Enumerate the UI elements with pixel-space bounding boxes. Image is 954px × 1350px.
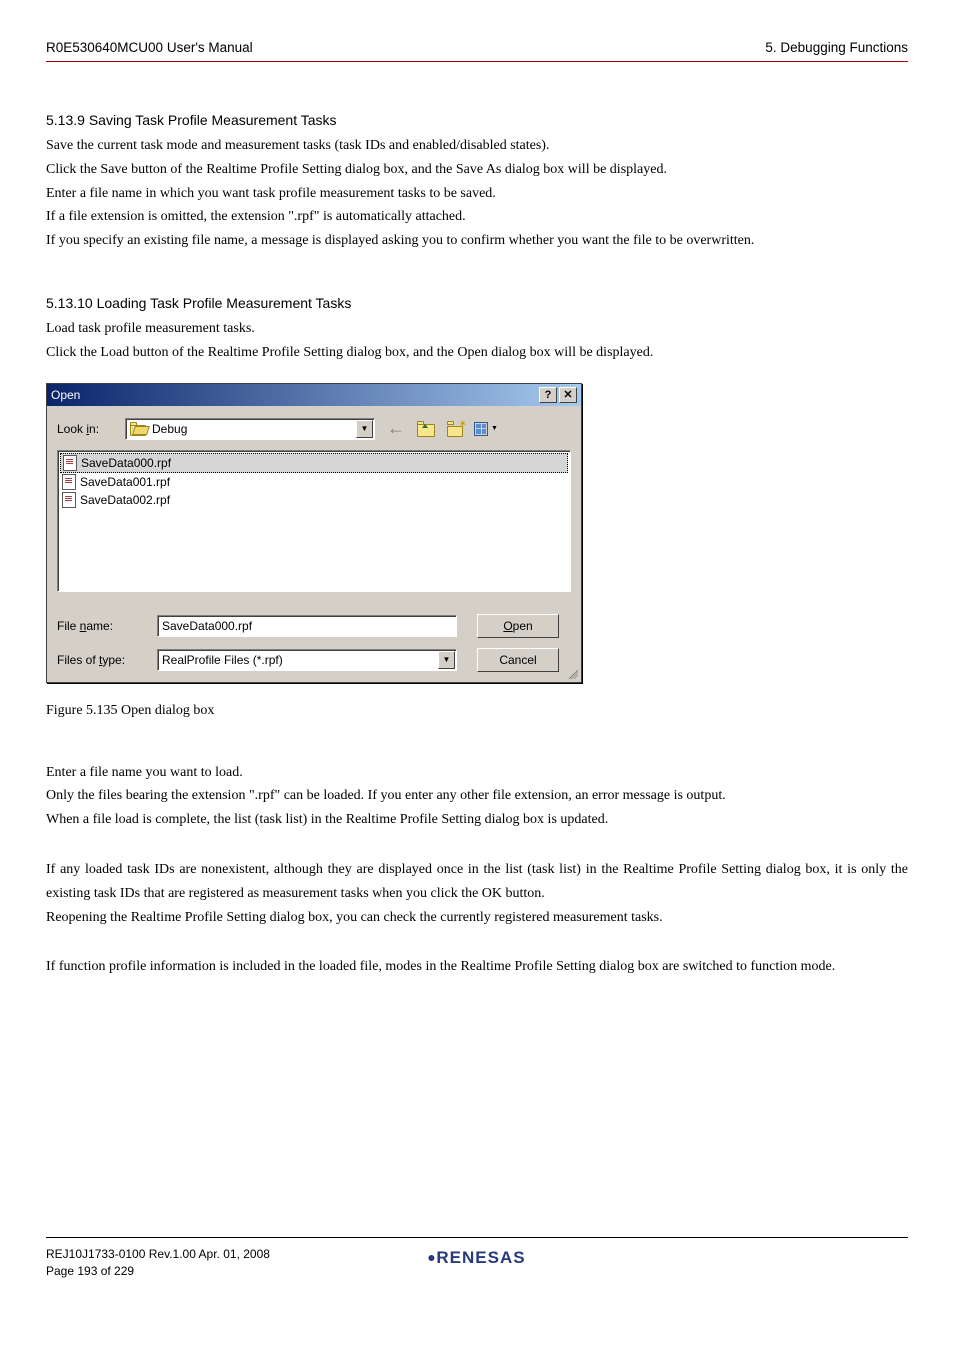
file-list-item[interactable]: SaveData002.rpf	[60, 491, 568, 509]
body-text: If any loaded task IDs are nonexistent, …	[46, 858, 908, 906]
renesas-logo: RENESAS	[428, 1248, 525, 1268]
section-heading-5-13-9: 5.13.9 Saving Task Profile Measurement T…	[46, 112, 908, 128]
body-text: If a file extension is omitted, the exte…	[46, 205, 908, 229]
folder-icon	[130, 422, 146, 436]
view-menu-button[interactable]: ▼	[475, 418, 497, 440]
body-text: When a file load is complete, the list (…	[46, 808, 908, 832]
file-list-item[interactable]: SaveData000.rpf	[60, 453, 568, 473]
page-header: R0E530640MCU00 User's Manual 5. Debuggin…	[46, 40, 908, 62]
dialog-title: Open	[51, 388, 537, 402]
look-in-dropdown[interactable]: Debug ▼	[125, 418, 375, 440]
section-heading-5-13-10: 5.13.10 Loading Task Profile Measurement…	[46, 295, 908, 311]
file-name-label: File name:	[57, 619, 157, 633]
up-one-level-button[interactable]	[415, 418, 437, 440]
dialog-titlebar: Open ? ✕	[47, 384, 581, 406]
file-list-item[interactable]: SaveData001.rpf	[60, 473, 568, 491]
chevron-down-icon[interactable]: ▼	[438, 651, 455, 669]
file-name: SaveData001.rpf	[80, 475, 170, 489]
file-icon	[63, 455, 77, 471]
file-icon	[62, 492, 76, 508]
file-icon	[62, 474, 76, 490]
header-right: 5. Debugging Functions	[765, 40, 908, 55]
new-folder-icon: ✶	[447, 421, 465, 437]
footer-line-2: Page 193 of 229	[46, 1263, 270, 1280]
body-text: Enter a file name you want to load.	[46, 761, 908, 785]
cancel-button[interactable]: Cancel	[477, 648, 559, 672]
body-text: If function profile information is inclu…	[46, 955, 908, 979]
open-button[interactable]: Open	[477, 614, 559, 638]
body-text: Save the current task mode and measureme…	[46, 134, 908, 158]
look-in-label: Look in:	[57, 422, 125, 436]
file-list[interactable]: SaveData000.rpf SaveData001.rpf SaveData…	[57, 450, 571, 592]
body-text: Enter a file name in which you want task…	[46, 182, 908, 206]
header-left: R0E530640MCU00 User's Manual	[46, 40, 253, 55]
file-name-value: SaveData000.rpf	[162, 619, 252, 633]
body-text: If you specify an existing file name, a …	[46, 229, 908, 253]
new-folder-button[interactable]: ✶	[445, 418, 467, 440]
body-text: Click the Save button of the Realtime Pr…	[46, 158, 908, 182]
files-of-type-value: RealProfile Files (*.rpf)	[162, 653, 283, 667]
look-in-value: Debug	[152, 422, 187, 436]
files-of-type-dropdown[interactable]: RealProfile Files (*.rpf) ▼	[157, 649, 457, 671]
body-text: Click the Load button of the Realtime Pr…	[46, 341, 908, 365]
page-footer: REJ10J1733-0100 Rev.1.00 Apr. 01, 2008 P…	[46, 1237, 908, 1280]
back-arrow-icon: ←	[387, 418, 405, 439]
body-text: Load task profile measurement tasks.	[46, 317, 908, 341]
file-name-input[interactable]: SaveData000.rpf	[157, 615, 457, 637]
file-name: SaveData002.rpf	[80, 493, 170, 507]
up-folder-icon	[417, 421, 435, 437]
body-text: Reopening the Realtime Profile Setting d…	[46, 906, 908, 930]
close-button[interactable]: ✕	[559, 387, 577, 403]
help-button[interactable]: ?	[539, 387, 557, 403]
footer-line-1: REJ10J1733-0100 Rev.1.00 Apr. 01, 2008	[46, 1246, 270, 1263]
view-menu-icon: ▼	[474, 422, 498, 436]
figure-caption: Figure 5.135 Open dialog box	[46, 703, 908, 719]
chevron-down-icon[interactable]: ▼	[356, 420, 373, 438]
back-button[interactable]: ←	[385, 418, 407, 440]
files-of-type-label: Files of type:	[57, 653, 157, 667]
file-name: SaveData000.rpf	[81, 456, 171, 470]
resize-grip-icon[interactable]	[566, 667, 578, 679]
open-dialog: Open ? ✕ Look in: Debug ▼ ←	[46, 383, 582, 683]
body-text: Only the files bearing the extension ".r…	[46, 784, 908, 808]
logo-dot-icon	[428, 1255, 434, 1261]
